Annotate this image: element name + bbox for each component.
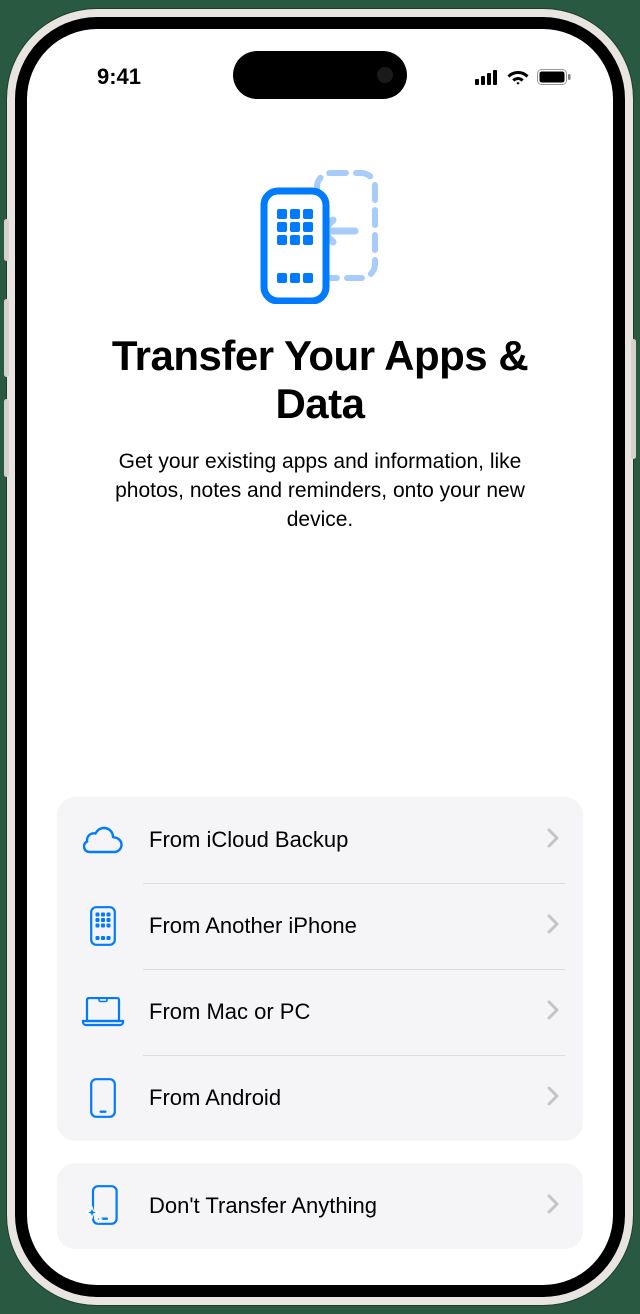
- device-frame: 9:41: [7, 9, 633, 1305]
- cloud-icon: [81, 826, 125, 854]
- option-label: From Another iPhone: [149, 913, 547, 939]
- cellular-icon: [475, 69, 499, 85]
- option-group-sources: From iCloud Backup From Another iPhone: [57, 797, 583, 1141]
- hero-transfer-icon: [67, 169, 573, 304]
- laptop-icon: [81, 997, 125, 1027]
- iphone-grid-icon: [81, 906, 125, 946]
- phone-sparkle-icon: [81, 1185, 125, 1227]
- chevron-right-icon: [547, 828, 559, 853]
- wifi-icon: [507, 69, 529, 85]
- status-icons: [475, 69, 571, 85]
- page-subtitle: Get your existing apps and information, …: [67, 447, 573, 535]
- dynamic-island: [233, 51, 407, 99]
- option-label: Don't Transfer Anything: [149, 1193, 547, 1219]
- option-label: From iCloud Backup: [149, 827, 547, 853]
- option-label: From Mac or PC: [149, 999, 547, 1025]
- screen: 9:41: [27, 29, 613, 1285]
- camera-dot: [377, 67, 393, 83]
- option-dont-transfer-anything[interactable]: Don't Transfer Anything: [57, 1163, 583, 1249]
- option-from-another-iphone[interactable]: From Another iPhone: [57, 883, 583, 969]
- options-container: From iCloud Backup From Another iPhone: [57, 775, 583, 1249]
- chevron-right-icon: [547, 1086, 559, 1111]
- option-label: From Android: [149, 1085, 547, 1111]
- option-from-icloud-backup[interactable]: From iCloud Backup: [57, 797, 583, 883]
- silence-switch: [4, 219, 9, 261]
- status-time: 9:41: [69, 64, 169, 90]
- volume-up-button: [4, 299, 9, 377]
- option-from-mac-or-pc[interactable]: From Mac or PC: [57, 969, 583, 1055]
- chevron-right-icon: [547, 914, 559, 939]
- content-area: Transfer Your Apps & Data Get your exist…: [27, 109, 613, 535]
- power-button: [631, 339, 636, 459]
- volume-down-button: [4, 399, 9, 477]
- phone-icon: [81, 1078, 125, 1118]
- option-from-android[interactable]: From Android: [57, 1055, 583, 1141]
- page-title: Transfer Your Apps & Data: [67, 332, 573, 429]
- option-group-skip: Don't Transfer Anything: [57, 1163, 583, 1249]
- battery-icon: [537, 69, 571, 85]
- chevron-right-icon: [547, 1000, 559, 1025]
- chevron-right-icon: [547, 1194, 559, 1219]
